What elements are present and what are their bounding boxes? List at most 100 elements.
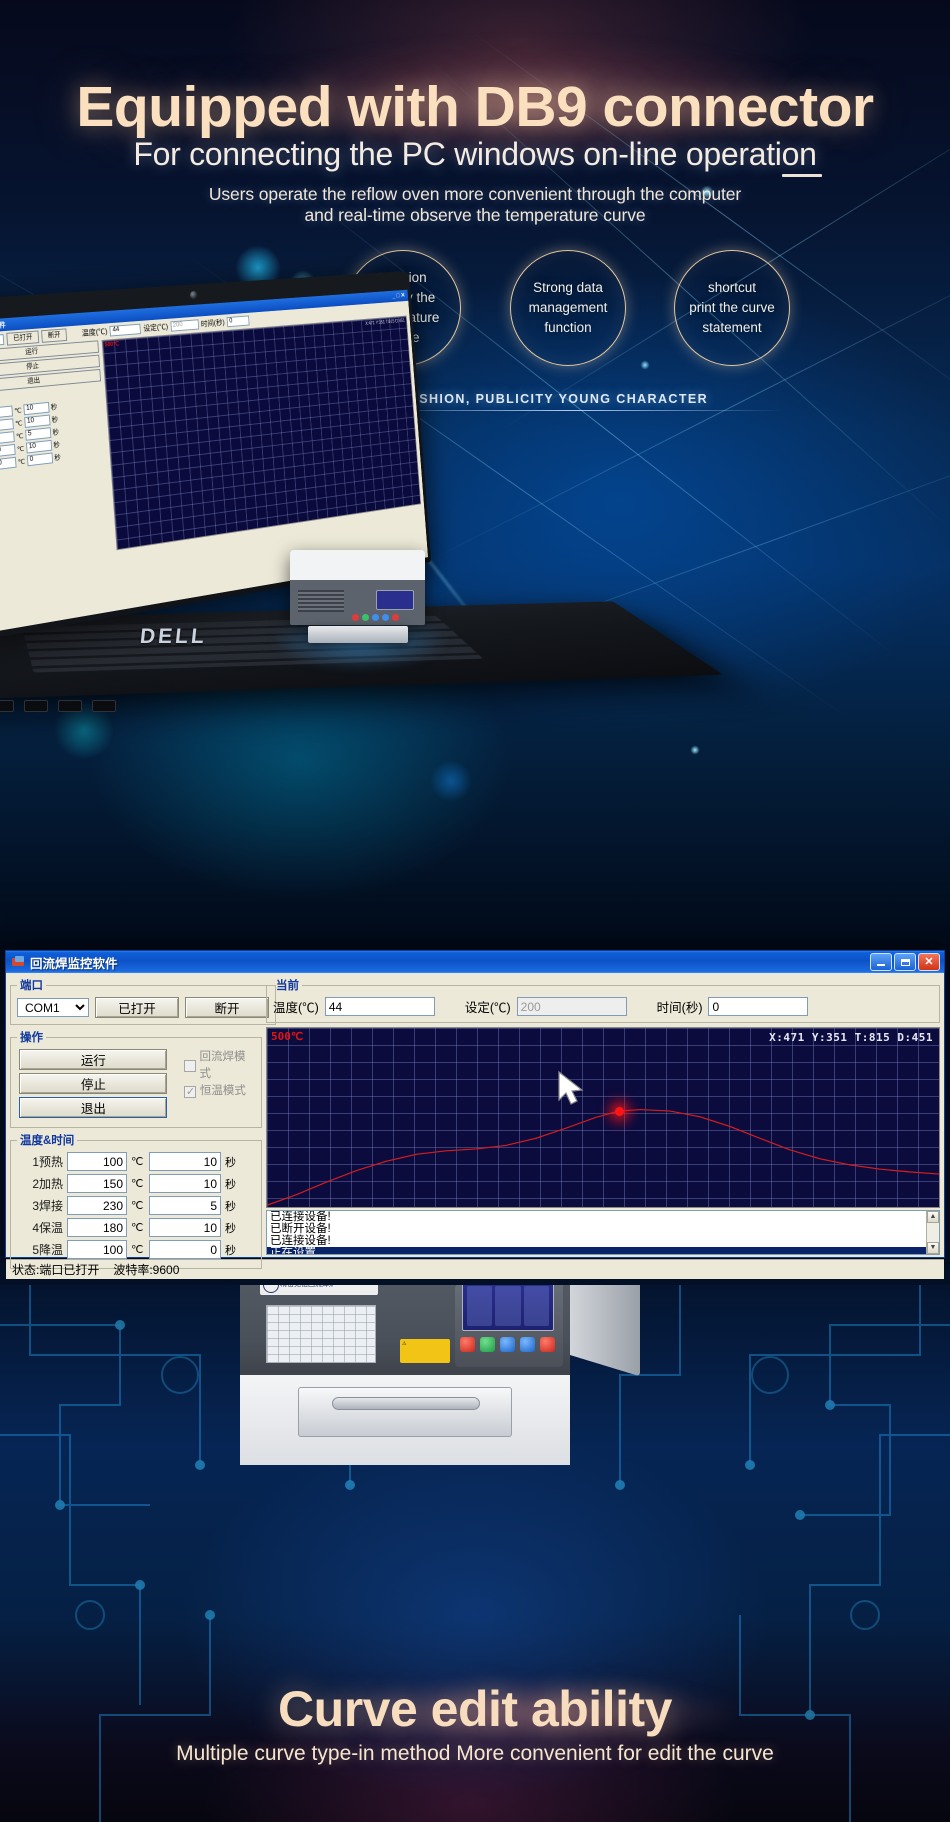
profile-row: 5降温 ℃ 秒 [17, 1240, 255, 1259]
mini-unit: ℃ [14, 406, 22, 415]
preheat-temp-input[interactable] [67, 1152, 127, 1171]
mini-chart: 500℃ X:471 Y:351 T:815 D:451 [102, 316, 421, 551]
temp-unit: ℃ [131, 1199, 145, 1212]
exit-button[interactable]: 退出 [19, 1097, 167, 1118]
up-key[interactable] [500, 1337, 515, 1352]
profile-row: 1预热 ℃ 秒 [17, 1152, 255, 1171]
oven-brand-label: 精密无铅回流焊炉 [260, 1285, 378, 1295]
set-temp-value [517, 997, 627, 1016]
mini-chart-coord: X:471 Y:351 T:815 D:451 [365, 318, 405, 326]
cooldown-temp-input[interactable] [67, 1240, 127, 1259]
mini-oven-vent [298, 590, 344, 612]
hero-section: Equipped with DB9 connector For connecti… [0, 0, 950, 945]
open-port-button[interactable]: 已打开 [95, 997, 179, 1018]
port-group-legend: 端口 [17, 977, 46, 993]
cooldown-time-input[interactable] [149, 1240, 221, 1259]
mini-row-time[interactable]: 5 [25, 427, 51, 441]
webcam-icon [190, 291, 198, 300]
scroll-up-button[interactable]: ▲ [927, 1211, 939, 1223]
minimize-button[interactable] [870, 953, 892, 971]
current-group-legend: 当前 [273, 977, 302, 993]
laptop-ports [0, 700, 116, 712]
mini-row-temp[interactable]: 230 [0, 431, 15, 445]
mini-row-temp[interactable]: 180 [0, 444, 16, 458]
feature-line: Strong data [533, 278, 603, 298]
warning-sticker: ⚠ [400, 1339, 450, 1363]
oven-drawer-handle[interactable] [332, 1397, 480, 1410]
mini-unit: ℃ [17, 444, 25, 453]
mini-row-time[interactable]: 0 [27, 453, 53, 467]
current-group: 当前 温度(℃) 设定(℃) 时间(秒) [266, 977, 940, 1023]
status-bar: 状态:端口已打开 波特率:9600 [6, 1259, 944, 1279]
soak-temp-input[interactable] [67, 1218, 127, 1237]
mini-unit: 秒 [51, 414, 58, 424]
temp-unit: ℃ [131, 1177, 145, 1190]
mini-unit: 秒 [50, 402, 57, 412]
mini-row-temp[interactable]: 150 [0, 418, 14, 432]
footer-title: Curve edit ability [0, 1680, 950, 1738]
mini-disconnect-button[interactable]: 断开 [41, 328, 67, 343]
mouse-cursor-icon [557, 1070, 591, 1112]
log-item-selected[interactable]: 正在设置... [267, 1247, 939, 1255]
constant-mode-label: 恒温模式 [200, 1083, 246, 1100]
heat-time-input[interactable] [149, 1174, 221, 1193]
com-port-select[interactable]: COM1 [17, 998, 89, 1017]
temp-unit: ℃ [131, 1155, 145, 1168]
log-item[interactable]: 已断开设备! [267, 1223, 939, 1235]
mini-row-temp[interactable]: 100 [0, 406, 13, 420]
close-button[interactable]: ✕ [918, 953, 940, 971]
solder-temp-input[interactable] [67, 1196, 127, 1215]
feature-circle-print: shortcut print the curve statement [674, 250, 790, 366]
elapsed-time-value [708, 997, 808, 1016]
mini-row-time[interactable]: 10 [26, 440, 52, 454]
heat-temp-input[interactable] [67, 1174, 127, 1193]
software-screenshot-section: 回流焊监控软件 ✕ 端口 COM1 已 [0, 945, 950, 1285]
log-scrollbar[interactable]: ▲ ▼ [926, 1211, 939, 1254]
mini-oven-display [376, 590, 414, 610]
profile-row-label: 2加热 [17, 1175, 63, 1192]
temperature-curve-chart[interactable]: 500℃ X:471 Y:351 T:815 D:451 [266, 1027, 940, 1208]
reflow-mode-checkbox[interactable]: 回流焊模式 [184, 1049, 255, 1083]
reflow-monitor-window: 回流焊监控软件 ✕ 端口 COM1 已 [5, 950, 945, 1258]
chart-cursor-point [615, 1107, 624, 1116]
elapsed-time-label: 时间(秒) [657, 997, 703, 1016]
mini-row-time[interactable]: 10 [24, 415, 50, 428]
down-key[interactable] [520, 1337, 535, 1352]
log-listbox[interactable]: 已连接设备! 已断开设备! 已连接设备! 正在设置... ▲ ▼ [266, 1210, 940, 1255]
preheat-time-input[interactable] [149, 1152, 221, 1171]
maximize-button[interactable] [894, 953, 916, 971]
solder-time-input[interactable] [149, 1196, 221, 1215]
mini-opened-button[interactable]: 已打开 [6, 330, 39, 345]
oven-lcd-display [462, 1285, 554, 1331]
mini-temp-value: 44 [110, 324, 142, 337]
run-button[interactable]: 运行 [19, 1049, 167, 1070]
scroll-down-button[interactable]: ▼ [927, 1242, 939, 1254]
checkbox-checked-icon [184, 1086, 196, 1098]
profile-row-label: 3焊接 [17, 1197, 63, 1214]
time-unit: 秒 [225, 1198, 239, 1214]
mini-row-temp[interactable]: 100 [0, 457, 16, 471]
stop-button[interactable]: 停止 [19, 1073, 167, 1094]
profile-row-label: 1预热 [17, 1153, 63, 1170]
disconnect-button[interactable]: 断开 [185, 997, 269, 1018]
reflow-oven-product: 精密无铅回流焊炉 ⚠ [240, 1285, 660, 1535]
soak-time-input[interactable] [149, 1218, 221, 1237]
log-item[interactable]: 已连接设备! [267, 1211, 939, 1223]
feature-line: print the curve [689, 298, 775, 318]
constant-mode-checkbox[interactable]: 恒温模式 [184, 1083, 255, 1100]
current-temp-label: 温度(℃) [273, 997, 319, 1016]
mini-com-select[interactable]: COM1 [0, 334, 4, 348]
left-panel: 端口 COM1 已打开 断开 操作 运行 [10, 977, 262, 1255]
mini-unit: 秒 [54, 452, 61, 462]
time-unit: 秒 [225, 1176, 239, 1192]
start-key[interactable] [480, 1337, 495, 1352]
hero-description: Users operate the reflow oven more conve… [0, 184, 950, 226]
status-text: 状态:端口已打开 [12, 1261, 99, 1278]
stop-key[interactable] [460, 1337, 475, 1352]
oven-keypad[interactable] [460, 1337, 555, 1352]
log-item[interactable]: 已连接设备! [267, 1235, 939, 1247]
set-key[interactable] [540, 1337, 555, 1352]
footer-subtitle: Multiple curve type-in method More conve… [0, 1742, 950, 1766]
window-body: 端口 COM1 已打开 断开 操作 运行 [6, 973, 944, 1259]
mini-row-time[interactable]: 10 [23, 402, 49, 415]
